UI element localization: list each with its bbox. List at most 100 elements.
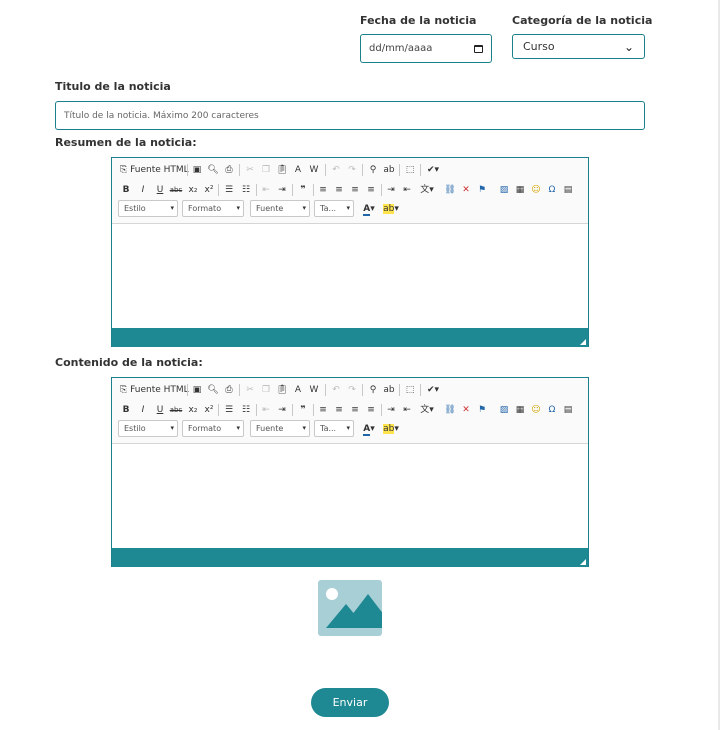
select-all-icon[interactable]: ⬚ (404, 163, 416, 177)
image-icon[interactable]: ▨ (498, 403, 510, 417)
paste-text-icon[interactable]: A (292, 163, 304, 177)
cut-icon[interactable]: ✂ (244, 163, 256, 177)
select-all-icon[interactable]: ⬚ (404, 383, 416, 397)
ltr-icon[interactable]: ⇥ (385, 403, 397, 417)
summary-edit-area[interactable] (112, 224, 588, 328)
indent-icon[interactable]: ⇥ (276, 183, 288, 197)
italic-button[interactable]: I (137, 403, 149, 417)
blockquote-button[interactable]: ❞ (297, 403, 309, 417)
subscript-button[interactable]: x₂ (187, 403, 199, 417)
spellcheck-icon[interactable]: ✔▾ (425, 383, 441, 397)
save-icon[interactable]: ▣ (191, 163, 203, 177)
smiley-icon[interactable]: ☺ (530, 183, 542, 197)
strike-button[interactable]: abc (169, 403, 183, 417)
text-color-icon[interactable]: A▾ (360, 202, 378, 216)
font-combo[interactable]: Fuente ▾ (250, 200, 310, 217)
align-left-icon[interactable]: ≡ (317, 403, 329, 417)
underline-button[interactable]: U (154, 183, 166, 197)
title-input[interactable]: Título de la noticia. Máximo 200 caracte… (55, 101, 645, 130)
source-html-button[interactable]: ⎘ Fuente HTML (120, 163, 192, 177)
strike-button[interactable]: abc (169, 183, 183, 197)
language-icon[interactable]: 文▾ (417, 403, 437, 417)
preview-icon[interactable]: 🔍︎ (207, 163, 219, 177)
paste-icon[interactable]: 📋︎ (276, 163, 288, 177)
align-center-icon[interactable]: ≡ (333, 183, 345, 197)
size-combo[interactable]: Ta... ▾ (314, 200, 354, 217)
styles-combo[interactable]: Estilo ▾ (118, 200, 178, 217)
unlink-icon[interactable]: ✕ (460, 403, 472, 417)
summary-editor[interactable]: ⎘ Fuente HTML ▣ 🔍︎ ⎙ ✂ ❐ 📋︎ A W ↶ ↷ ⚲ ab… (111, 157, 589, 347)
align-right-icon[interactable]: ≡ (349, 403, 361, 417)
replace-icon[interactable]: ab (383, 163, 395, 177)
ltr-icon[interactable]: ⇥ (385, 183, 397, 197)
special-char-button[interactable]: Ω (546, 403, 558, 417)
format-combo[interactable]: Formato ▾ (182, 200, 244, 217)
undo-icon[interactable]: ↶ (330, 383, 342, 397)
find-icon[interactable]: ⚲ (367, 163, 379, 177)
outdent-icon[interactable]: ⇤ (260, 403, 272, 417)
save-icon[interactable]: ▣ (191, 383, 203, 397)
bold-button[interactable]: B (120, 403, 132, 417)
bulleted-list-icon[interactable]: ☷ (240, 183, 252, 197)
bold-button[interactable]: B (120, 183, 132, 197)
outdent-icon[interactable]: ⇤ (260, 183, 272, 197)
image-placeholder-icon[interactable] (318, 580, 382, 636)
spellcheck-icon[interactable]: ✔▾ (425, 163, 441, 177)
redo-icon[interactable]: ↷ (346, 163, 358, 177)
paste-word-icon[interactable]: W (308, 163, 320, 177)
rtl-icon[interactable]: ⇤ (401, 183, 413, 197)
italic-button[interactable]: I (137, 183, 149, 197)
link-icon[interactable]: ⛓ (444, 183, 456, 197)
print-icon[interactable]: ⎙ (223, 163, 235, 177)
calendar-icon[interactable] (474, 44, 483, 53)
copy-icon[interactable]: ❐ (260, 383, 272, 397)
rtl-icon[interactable]: ⇤ (401, 403, 413, 417)
source-html-button[interactable]: ⎘ Fuente HTML (120, 383, 192, 397)
anchor-icon[interactable]: ⚑ (476, 403, 488, 417)
replace-icon[interactable]: ab (383, 383, 395, 397)
justify-icon[interactable]: ≡ (365, 403, 377, 417)
table-icon[interactable]: ▦ (514, 403, 526, 417)
language-icon[interactable]: 文▾ (417, 183, 437, 197)
content-edit-area[interactable] (112, 444, 588, 548)
smiley-icon[interactable]: ☺ (530, 403, 542, 417)
numbered-list-icon[interactable]: ☰ (223, 183, 235, 197)
anchor-icon[interactable]: ⚑ (476, 183, 488, 197)
iframe-icon[interactable]: ▤ (562, 403, 574, 417)
align-left-icon[interactable]: ≡ (317, 183, 329, 197)
styles-combo[interactable]: Estilo ▾ (118, 420, 178, 437)
font-combo[interactable]: Fuente ▾ (250, 420, 310, 437)
underline-button[interactable]: U (154, 403, 166, 417)
blockquote-button[interactable]: ❞ (297, 183, 309, 197)
paste-text-icon[interactable]: A (292, 383, 304, 397)
special-char-button[interactable]: Ω (546, 183, 558, 197)
date-input[interactable]: dd/mm/aaaa (360, 34, 492, 63)
table-icon[interactable]: ▦ (514, 183, 526, 197)
iframe-icon[interactable]: ▤ (562, 183, 574, 197)
superscript-button[interactable]: x² (203, 403, 215, 417)
image-icon[interactable]: ▨ (498, 183, 510, 197)
numbered-list-icon[interactable]: ☰ (223, 403, 235, 417)
resize-handle-icon[interactable] (580, 339, 586, 345)
text-color-icon[interactable]: A▾ (360, 422, 378, 436)
category-select[interactable]: Curso ⌄ (512, 34, 645, 59)
align-center-icon[interactable]: ≡ (333, 403, 345, 417)
submit-button[interactable]: Enviar (311, 688, 389, 717)
size-combo[interactable]: Ta... ▾ (314, 420, 354, 437)
indent-icon[interactable]: ⇥ (276, 403, 288, 417)
superscript-button[interactable]: x² (203, 183, 215, 197)
find-icon[interactable]: ⚲ (367, 383, 379, 397)
paste-word-icon[interactable]: W (308, 383, 320, 397)
unlink-icon[interactable]: ✕ (460, 183, 472, 197)
bulleted-list-icon[interactable]: ☷ (240, 403, 252, 417)
link-icon[interactable]: ⛓ (444, 403, 456, 417)
print-icon[interactable]: ⎙ (223, 383, 235, 397)
justify-icon[interactable]: ≡ (365, 183, 377, 197)
subscript-button[interactable]: x₂ (187, 183, 199, 197)
paste-icon[interactable]: 📋︎ (276, 383, 288, 397)
resize-handle-icon[interactable] (580, 559, 586, 565)
cut-icon[interactable]: ✂ (244, 383, 256, 397)
bg-color-icon[interactable]: ab▾ (382, 422, 400, 436)
redo-icon[interactable]: ↷ (346, 383, 358, 397)
preview-icon[interactable]: 🔍︎ (207, 383, 219, 397)
